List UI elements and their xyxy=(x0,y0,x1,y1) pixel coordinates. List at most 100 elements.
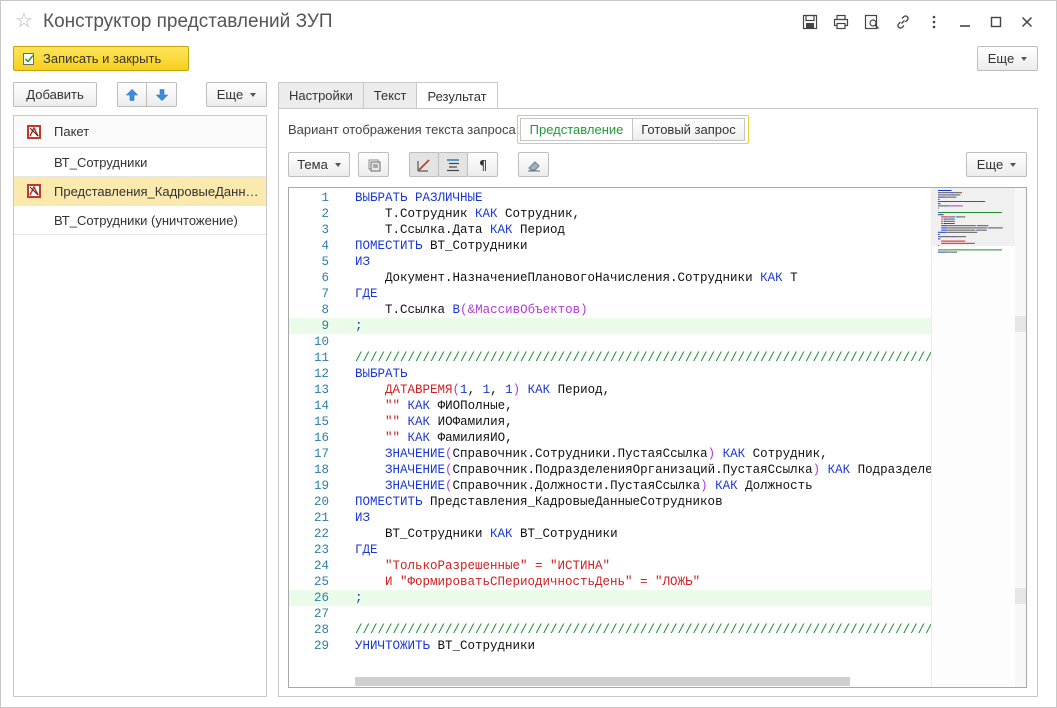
horizontal-scrollbar[interactable] xyxy=(355,677,850,686)
window-title: Конструктор представлений ЗУП xyxy=(43,11,333,32)
line-number: 21 xyxy=(313,511,329,525)
code-line[interactable]: 22 ВТ_Сотрудники КАК ВТ_Сотрудники xyxy=(289,526,931,542)
code-line[interactable]: 5 ИЗ xyxy=(289,254,931,270)
code-area[interactable]: 1 ВЫБРАТЬ РАЗЛИЧНЫЕ 2 Т.Сотрудник КАК Сотр… xyxy=(289,188,931,678)
code-line[interactable]: 2 Т.Сотрудник КАК Сотрудник, xyxy=(289,206,931,222)
close-icon[interactable] xyxy=(1011,12,1042,32)
chevron-down-icon xyxy=(334,162,341,167)
code-text: ВЫБРАТЬ РАЗЛИЧНЫЕ xyxy=(355,191,483,205)
preview-icon[interactable] xyxy=(856,12,887,32)
code-line[interactable]: 9; xyxy=(289,318,931,334)
add-label: Добавить xyxy=(26,87,84,102)
code-line[interactable]: 28 //////////////////////////////////////… xyxy=(289,622,931,638)
chevron-down-icon xyxy=(250,92,257,97)
link-icon[interactable] xyxy=(887,12,918,32)
minimap-line xyxy=(938,245,939,246)
minimap-line xyxy=(954,216,956,218)
column-header-package[interactable]: Пакет xyxy=(54,124,95,139)
minimap-line xyxy=(938,251,946,253)
code-line[interactable]: 4 ПОМЕСТИТЬ ВТ_Сотрудники xyxy=(289,238,931,254)
theme-button[interactable]: Тема xyxy=(288,152,350,177)
show-whitespace-button[interactable]: ¶ xyxy=(467,152,498,177)
add-button[interactable]: Добавить xyxy=(13,82,97,107)
code-line[interactable]: 12 ВЫБРАТЬ xyxy=(289,366,931,382)
copy-button[interactable] xyxy=(358,152,389,177)
more-vertical-icon[interactable] xyxy=(918,12,949,32)
code-line[interactable]: 15 "" КАК ИОФамилия, xyxy=(289,414,931,430)
code-line[interactable]: 26; xyxy=(289,590,931,606)
table-header: Пакет xyxy=(14,116,266,148)
print-icon[interactable] xyxy=(825,12,856,32)
eraser-icon xyxy=(527,160,540,171)
line-number: 6 xyxy=(321,271,329,285)
code-line[interactable]: 13 ДАТАВРЕМЯ(1, 1, 1) КАК Период, xyxy=(289,382,931,398)
code-line[interactable]: 21 ИЗ xyxy=(289,510,931,526)
minimap-line xyxy=(941,242,975,244)
syntax-highlight-button[interactable] xyxy=(409,152,439,177)
code-line[interactable]: 18 ЗНАЧЕНИЕ(Справочник.ПодразделенияОрга… xyxy=(289,462,931,478)
code-text: ЗНАЧЕНИЕ(Справочник.Сотрудники.ПустаяСсы… xyxy=(385,447,828,461)
line-number: 26 xyxy=(313,591,329,605)
variant-representation-button[interactable]: Представление xyxy=(520,118,633,141)
move-up-button[interactable] xyxy=(118,83,147,106)
code-line[interactable]: 7 ГДЕ xyxy=(289,286,931,302)
code-minimap[interactable] xyxy=(931,188,1016,687)
save-and-close-button[interactable]: Записать и закрыть xyxy=(13,46,189,71)
clear-button[interactable] xyxy=(518,152,549,177)
format-button[interactable] xyxy=(438,152,468,177)
align-left-icon xyxy=(447,158,459,171)
form-more-button[interactable]: Еще xyxy=(977,46,1038,71)
favorite-star-icon[interactable]: ☆ xyxy=(15,10,33,32)
code-line[interactable]: 24 "ТолькоРазрешенные" = "ИСТИНА" xyxy=(289,558,931,574)
tab-text[interactable]: Текст xyxy=(362,82,417,109)
code-line[interactable]: 14 "" КАК ФИОПолные, xyxy=(289,398,931,414)
code-line[interactable]: 29 УНИЧТОЖИТЬ ВТ_Сотрудники xyxy=(289,638,931,654)
move-down-button[interactable] xyxy=(147,83,176,106)
code-line[interactable]: 27 xyxy=(289,606,931,622)
code-text: Т.Ссылка.Дата КАК Период xyxy=(355,223,566,237)
code-line[interactable]: 23 ГДЕ xyxy=(289,542,931,558)
code-line[interactable]: 19 ЗНАЧЕНИЕ(Справочник.Должности.ПустаяС… xyxy=(289,478,931,494)
code-line[interactable]: 16 "" КАК ФамилияИО, xyxy=(289,430,931,446)
line-number: 3 xyxy=(321,223,329,237)
code-text: "" КАК ФИОПолные, xyxy=(385,399,513,413)
tab-result[interactable]: Результат xyxy=(416,82,498,110)
table-row-selected[interactable]: Представления_КадровыеДанн… xyxy=(14,177,266,206)
code-line[interactable]: 17 ЗНАЧЕНИЕ(Справочник.Сотрудники.Пустая… xyxy=(289,446,931,462)
code-line[interactable]: 8 Т.Ссылка В(&МассивОбъектов) xyxy=(289,302,931,318)
query-text-editor[interactable]: 1 ВЫБРАТЬ РАЗЛИЧНЫЕ 2 Т.Сотрудник КАК Сотр… xyxy=(288,187,1027,688)
code-text: ЗНАЧЕНИЕ(Справочник.ПодразделенияОрганиз… xyxy=(385,463,931,477)
minimap-line xyxy=(947,227,949,229)
code-line[interactable]: 20 ПОМЕСТИТЬ Представления_КадровыеДанные… xyxy=(289,494,931,510)
code-text: ПОМЕСТИТЬ ВТ_Сотрудники xyxy=(355,239,528,253)
constructor-window: ☆ Конструктор представлений ЗУП Записать… xyxy=(0,0,1057,708)
minimize-icon[interactable] xyxy=(949,12,980,32)
left-more-button[interactable]: Еще xyxy=(206,82,267,107)
code-line[interactable]: 3 Т.Ссылка.Дата КАК Период xyxy=(289,222,931,238)
code-line[interactable]: 25 И "ФормироватьСПериодичностьДень" = "… xyxy=(289,574,931,590)
minimap-line xyxy=(938,234,940,235)
line-number: 7 xyxy=(321,287,329,301)
code-line[interactable]: 11 //////////////////////////////////////… xyxy=(289,350,931,366)
variant-ready-query-button[interactable]: Готовый запрос xyxy=(633,118,745,141)
table-row[interactable]: ВТ_Сотрудники xyxy=(14,148,266,177)
minimap-line xyxy=(938,205,949,207)
code-line[interactable]: 6 Документ.НазначениеПлановогоНачисления… xyxy=(289,270,931,286)
save-icon[interactable] xyxy=(794,12,825,32)
chevron-down-icon xyxy=(1021,56,1028,61)
minimap-line xyxy=(941,240,966,242)
row-label: ВТ_Сотрудники xyxy=(54,154,148,170)
editor-more-button[interactable]: Еще xyxy=(966,152,1027,177)
tab-settings[interactable]: Настройки xyxy=(278,82,363,109)
vertical-scrollbar[interactable] xyxy=(1015,188,1026,687)
maximize-icon[interactable] xyxy=(980,12,1011,32)
table-row[interactable]: ВТ_Сотрудники (уничтожение) xyxy=(14,206,266,235)
minimap-line xyxy=(938,231,946,233)
code-line[interactable]: 10 xyxy=(289,334,931,350)
minimap-line xyxy=(945,231,978,233)
minimap-line xyxy=(948,205,950,207)
minimap-line xyxy=(938,207,939,209)
code-text: ЗНАЧЕНИЕ(Справочник.Должности.ПустаяСсыл… xyxy=(385,479,813,493)
code-line[interactable]: 1 ВЫБРАТЬ РАЗЛИЧНЫЕ xyxy=(289,190,931,206)
row-label: Представления_КадровыеДанн… xyxy=(54,183,259,199)
